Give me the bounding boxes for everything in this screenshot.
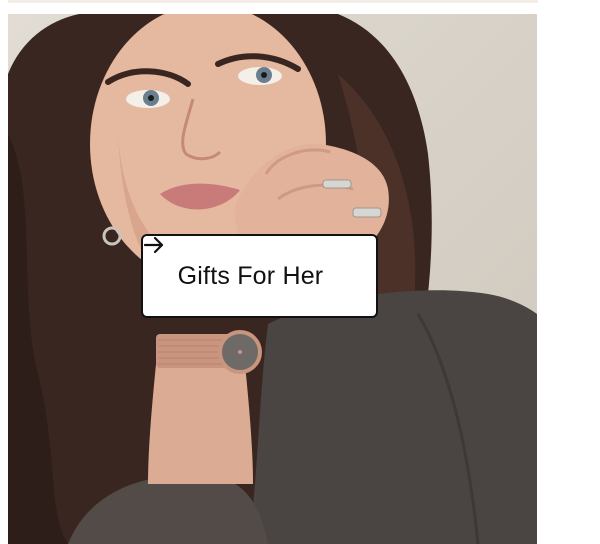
jacket-shape bbox=[248, 290, 537, 544]
cta-label: Gifts For Her bbox=[177, 261, 324, 290]
gifts-for-her-button[interactable]: Gifts For Her bbox=[141, 234, 378, 318]
hero-banner[interactable]: Gifts For Her bbox=[8, 14, 537, 544]
top-divider bbox=[8, 0, 538, 3]
